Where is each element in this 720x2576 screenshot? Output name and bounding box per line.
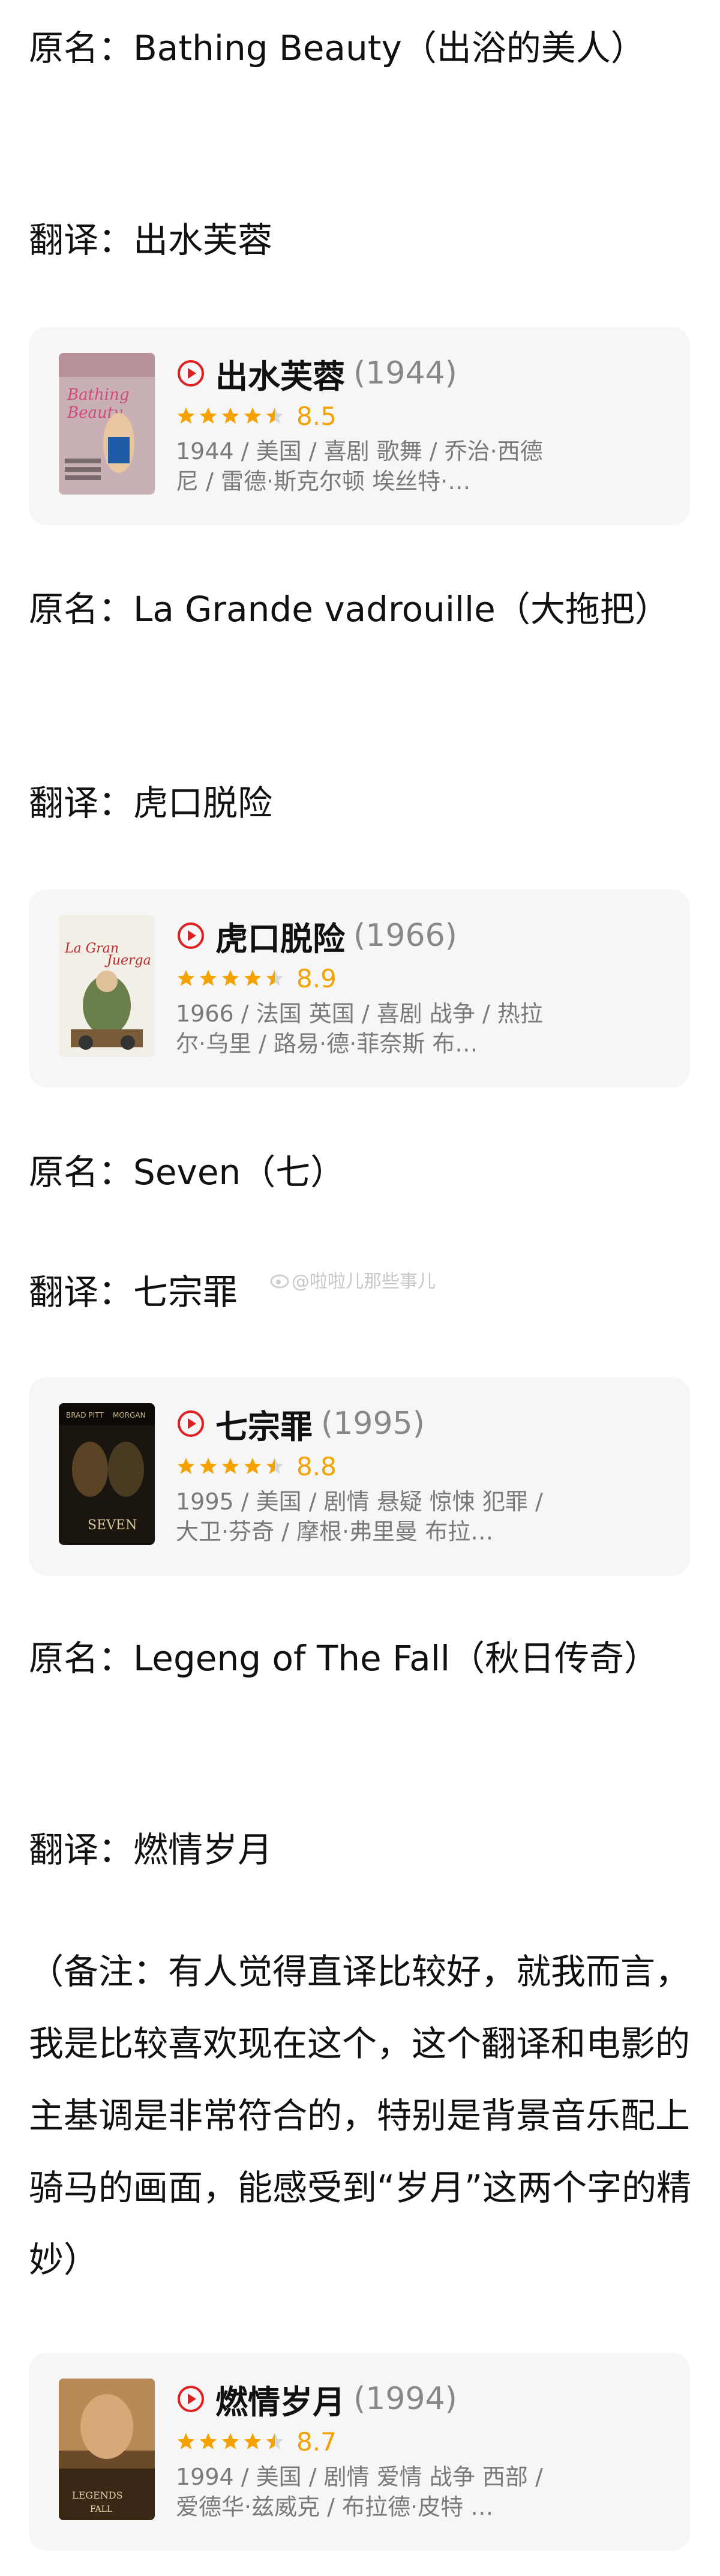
watermark: @啦啦儿那些事儿 [270,1268,436,1292]
star-icon [177,2433,195,2449]
svg-text:LEGENDS: LEGENDS [72,2490,123,2501]
movie-poster: La Gran Juerga [59,915,155,1057]
svg-text:Juerga: Juerga [104,953,151,968]
rating-score: 8.9 [296,963,337,993]
star-rating [176,2431,287,2452]
half-star-icon [266,407,284,424]
movie-title: 燃情岁月 [215,2383,345,2421]
star-icon [177,969,195,986]
movie-title: 出水芙蓉 [215,357,345,396]
star-icon [244,1457,262,1474]
star-rating [176,406,287,426]
star-icon [199,2433,217,2449]
translation-2: 翻译：虎口脱险 [29,783,273,823]
star-icon [221,969,239,986]
half-star-icon [266,2433,284,2449]
weibo-icon [270,1274,289,1289]
movie-meta: 1966 / 法国 英国 / 喜剧 战争 / 热拉尔·乌里 / 路易·德·菲奈斯… [176,1001,543,1057]
svg-text:BRAD PITT: BRAD PITT [66,1411,104,1419]
svg-text:MORGAN: MORGAN [113,1411,146,1419]
star-icon [221,407,239,424]
star-icon [177,407,195,424]
movie-card-1[interactable]: Bathing Beauty 出水芙蓉 (1944) 8.5 1944 / 美国… [29,327,690,525]
movie-poster: BRAD PITT MORGAN SEVEN [59,1403,155,1545]
movie-year: (1995) [321,1406,425,1442]
star-icon [244,407,262,424]
play-circle-icon [178,922,204,949]
star-icon [199,1457,217,1474]
translation-note: （备注：有人觉得直译比较好，就我而言，我是比较喜欢现在这个，这个翻译和电影的主基… [29,1951,692,2280]
star-rating [176,968,287,989]
svg-text:SEVEN: SEVEN [88,1518,137,1533]
movie-year: (1966) [353,918,457,954]
star-icon [177,1457,195,1474]
rating-score: 8.8 [296,1451,337,1481]
movie-card-2[interactable]: La Gran Juerga 虎口脱险 (1966) 8.9 1966 / 法国… [29,889,690,1088]
movie-meta: 1995 / 美国 / 剧情 悬疑 惊悚 犯罪 / 大卫·芬奇 / 摩根·弗里曼… [176,1488,543,1545]
movie-title: 虎口脱险 [215,919,345,958]
original-title-2: 原名：La Grande vadrouille（大拖把） [29,589,670,630]
translation-4: 翻译：燃情岁月 [29,1829,273,1870]
movie-meta: 1994 / 美国 / 剧情 爱情 战争 西部 / 爱德华·兹威克 / 布拉德·… [176,2464,543,2520]
movie-meta: 1944 / 美国 / 喜剧 歌舞 / 乔治·西德尼 / 雷德·斯克尔顿 埃丝特… [176,438,543,495]
star-icon [199,407,217,424]
svg-text:FALL: FALL [90,2505,112,2514]
original-title-3: 原名：Seven（七） [29,1152,346,1193]
rating-score: 8.7 [296,2427,337,2457]
movie-card-3[interactable]: BRAD PITT MORGAN SEVEN 七宗罪 (1995) 8.8 19… [29,1377,690,1575]
play-circle-icon [178,1410,204,1437]
original-title-1: 原名：Bathing Beauty（出浴的美人） [29,28,646,68]
movie-year: (1994) [353,2381,457,2417]
translation-1: 翻译：出水芙蓉 [29,220,273,260]
play-circle-icon [178,2386,204,2412]
star-icon [221,2433,239,2449]
movie-title: 七宗罪 [215,1407,313,1446]
movie-poster: LEGENDS FALL [59,2379,155,2520]
movie-year: (1944) [353,355,457,391]
watermark-text: @啦啦儿那些事儿 [292,1271,436,1292]
star-icon [221,1457,239,1474]
star-rating [176,1456,287,1476]
movie-card-4[interactable]: LEGENDS FALL 燃情岁月 (1994) 8.7 1994 / 美国 /… [29,2353,690,2551]
star-icon [244,969,262,986]
half-star-icon [266,1457,284,1474]
play-circle-icon [178,360,204,387]
star-icon [199,969,217,986]
half-star-icon [266,969,284,986]
svg-text:Bathing: Bathing [67,386,130,404]
original-title-4: 原名：Legeng of The Fall（秋日传奇） [29,1638,659,1679]
rating-score: 8.5 [296,401,337,431]
star-icon [244,2433,262,2449]
movie-poster: Bathing Beauty [59,353,155,495]
